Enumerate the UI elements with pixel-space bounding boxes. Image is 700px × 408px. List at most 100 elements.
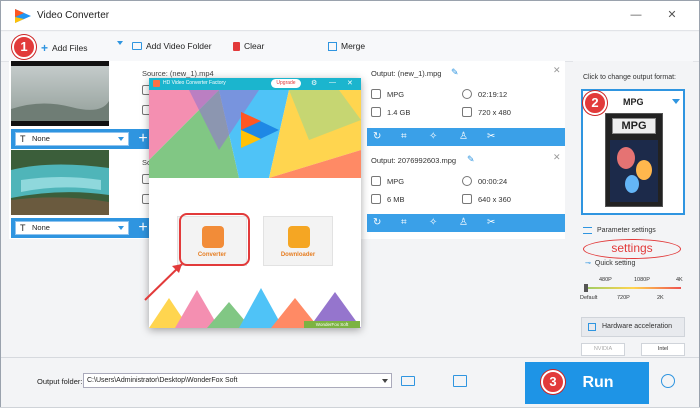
size-value: 6 MB bbox=[387, 194, 405, 204]
slider-handle[interactable] bbox=[584, 284, 588, 292]
crop-icon[interactable]: ⌗ bbox=[401, 131, 407, 142]
format-info: MPG bbox=[371, 176, 404, 186]
step-badge-3: 3 bbox=[541, 370, 565, 394]
trim-icon[interactable]: ✂ bbox=[487, 131, 495, 142]
toolbar: + Add Files Add Video Folder Clear Merge bbox=[1, 32, 699, 62]
duration-info: 02:19:12 bbox=[462, 89, 507, 99]
chip-icon bbox=[588, 323, 596, 331]
popup-banner bbox=[149, 90, 361, 178]
dropdown-arrow-icon bbox=[118, 226, 124, 230]
intel-option[interactable]: Intel bbox=[641, 343, 685, 356]
trash-icon bbox=[233, 41, 240, 51]
title-bar: Video Converter — ✕ bbox=[1, 1, 699, 31]
app-window: Video Converter — ✕ + Add Files Add Vide… bbox=[0, 0, 700, 407]
output-filename: Output: 2076992603.mpg bbox=[371, 156, 457, 165]
output-format-title: Click to change output format: bbox=[583, 74, 676, 81]
resolution-info: 720 x 480 bbox=[462, 107, 511, 117]
size-info: 1.4 GB bbox=[371, 107, 410, 117]
upgrade-button[interactable]: Upgrade bbox=[271, 79, 301, 88]
video-thumbnail bbox=[11, 150, 109, 215]
watermark-icon[interactable]: ♙ bbox=[459, 217, 468, 228]
subtitle-select[interactable]: T None bbox=[15, 132, 129, 146]
file-size-icon bbox=[371, 194, 381, 204]
popup-logo-icon bbox=[153, 80, 160, 87]
format-value: MPG bbox=[387, 89, 405, 99]
parameter-settings-button[interactable]: Parameter settings bbox=[583, 227, 656, 234]
download-icon bbox=[288, 226, 310, 248]
source-filename: Source: (new_1).mp4 bbox=[142, 69, 214, 78]
effects-icon[interactable]: ✧ bbox=[429, 217, 437, 228]
subtitle-control: T None + bbox=[11, 129, 154, 149]
sliders-icon bbox=[583, 227, 592, 234]
trim-icon[interactable]: ✂ bbox=[487, 217, 495, 228]
merge-button[interactable]: Merge bbox=[328, 41, 365, 51]
launcher-popup: HD Video Converter Factory Upgrade ⚙ — ✕… bbox=[149, 78, 361, 328]
rotate-icon[interactable]: ↻ bbox=[373, 217, 381, 228]
plus-icon: + bbox=[41, 41, 49, 55]
subtitle-control: T None + bbox=[11, 218, 154, 238]
edit-pencil-icon[interactable]: ✎ bbox=[467, 154, 475, 165]
remove-file-icon[interactable]: ✕ bbox=[553, 152, 561, 163]
clock-icon bbox=[462, 89, 472, 99]
dropdown-arrow-icon bbox=[672, 99, 680, 104]
popup-minimize-icon[interactable]: — bbox=[329, 79, 336, 86]
subtitle-value: None bbox=[32, 134, 50, 143]
output-path-value: C:\Users\Administrator\Desktop\WonderFox… bbox=[87, 377, 238, 384]
output-folder-path[interactable]: C:\Users\Administrator\Desktop\WonderFox… bbox=[83, 373, 392, 388]
resolution-icon bbox=[462, 194, 472, 204]
popup-close-icon[interactable]: ✕ bbox=[347, 79, 353, 87]
merge-label: Merge bbox=[341, 41, 366, 51]
tick-label: 480P bbox=[599, 277, 612, 283]
clear-label: Clear bbox=[244, 41, 265, 51]
settings-annotation: settings bbox=[583, 239, 681, 259]
converter-highlight bbox=[179, 213, 250, 266]
open-folder-icon[interactable] bbox=[401, 376, 415, 386]
clear-button[interactable]: Clear bbox=[233, 41, 264, 51]
output-folder-label: Output folder: bbox=[37, 377, 83, 386]
remove-file-icon[interactable]: ✕ bbox=[553, 65, 561, 76]
subtitle-value: None bbox=[32, 223, 50, 232]
popup-header: HD Video Converter Factory Upgrade ⚙ — ✕ bbox=[149, 78, 361, 90]
edit-toolbar: ↻ ⌗ ✧ ♙ ✂ bbox=[367, 128, 565, 146]
effects-icon[interactable]: ✧ bbox=[429, 131, 437, 142]
output-preview-icon[interactable] bbox=[453, 375, 467, 387]
crop-icon[interactable]: ⌗ bbox=[401, 217, 407, 228]
resolution-info: 640 x 360 bbox=[462, 194, 511, 204]
duration-value: 00:00:24 bbox=[478, 176, 508, 186]
output-filename: Output: (new_1).mpg bbox=[371, 69, 442, 78]
edit-toolbar: ↻ ⌗ ✧ ♙ ✂ bbox=[367, 214, 565, 232]
size-info: 6 MB bbox=[371, 194, 405, 204]
quick-setting-label: ⊸ Quick setting bbox=[585, 259, 635, 268]
add-video-folder-button[interactable]: Add Video Folder bbox=[132, 41, 212, 51]
quality-slider[interactable] bbox=[585, 287, 681, 289]
dropdown-arrow-icon bbox=[382, 379, 388, 383]
resolution-icon bbox=[462, 107, 472, 117]
close-button[interactable]: ✕ bbox=[665, 8, 679, 22]
add-video-folder-label: Add Video Folder bbox=[146, 41, 212, 51]
window-title: Video Converter bbox=[37, 10, 110, 21]
bottom-bar: Output folder: C:\Users\Administrator\De… bbox=[1, 357, 699, 407]
resolution-value: 640 x 360 bbox=[478, 194, 511, 204]
folder-icon bbox=[132, 42, 142, 50]
edit-pencil-icon[interactable]: ✎ bbox=[451, 67, 459, 78]
minimize-button[interactable]: — bbox=[629, 8, 643, 22]
dropdown-arrow-icon bbox=[118, 137, 124, 141]
alarm-clock-icon[interactable] bbox=[661, 374, 675, 388]
nvidia-option[interactable]: NVIDIA bbox=[581, 343, 625, 356]
downloader-tile[interactable]: Downloader bbox=[263, 216, 333, 266]
output-format-panel: Click to change output format: MPG MPG 2… bbox=[573, 61, 693, 356]
file-size-icon bbox=[371, 107, 381, 117]
watermark-icon[interactable]: ♙ bbox=[459, 131, 468, 142]
dropdown-arrow-icon bbox=[117, 41, 123, 45]
tick-label: 2K bbox=[657, 295, 664, 301]
popup-settings-icon[interactable]: ⚙ bbox=[311, 79, 317, 87]
rotate-icon[interactable]: ↻ bbox=[373, 131, 381, 142]
add-files-dropdown[interactable] bbox=[117, 41, 123, 45]
parameter-settings-label: Parameter settings bbox=[597, 227, 656, 234]
hardware-acceleration-toggle[interactable]: Hardware acceleration bbox=[581, 317, 685, 337]
hardware-acceleration-label: Hardware acceleration bbox=[602, 323, 673, 330]
app-logo-icon bbox=[15, 9, 31, 23]
subtitle-select[interactable]: T None bbox=[15, 221, 129, 235]
format-icon bbox=[371, 89, 381, 99]
add-files-button[interactable]: + Add Files bbox=[41, 41, 87, 55]
